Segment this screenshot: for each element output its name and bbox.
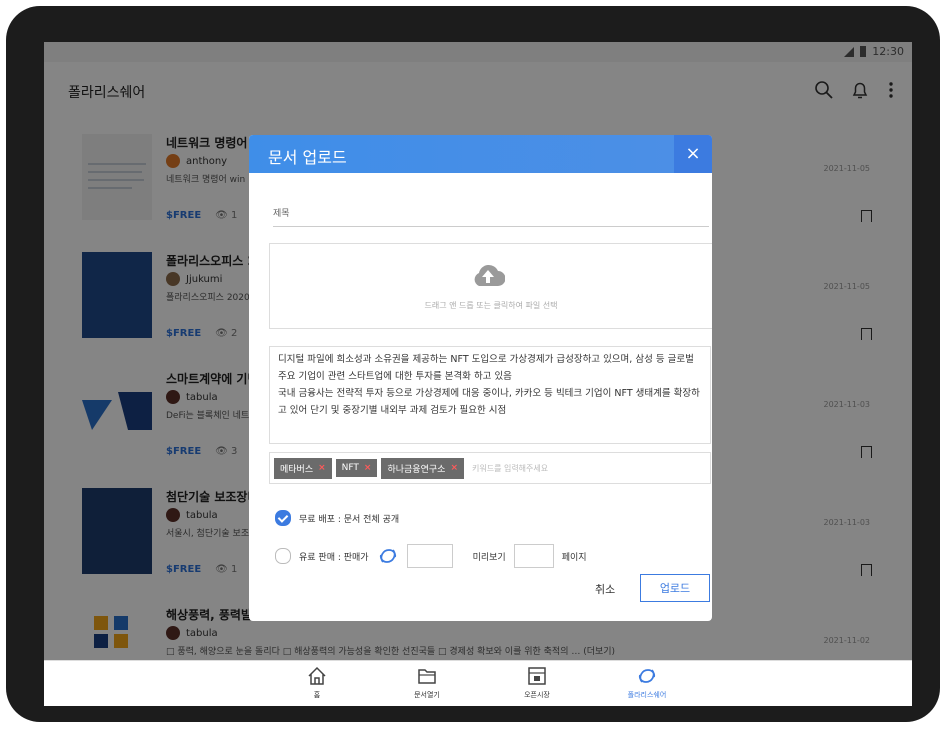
cancel-button[interactable]: 취소 — [595, 581, 615, 597]
preview-label: 미리보기 — [472, 552, 506, 563]
description-text: 디지털 파일에 희소성과 소유권을 제공하는 NFT 도입으로 가상경제가 급성… — [278, 354, 700, 416]
tag-remove-icon[interactable]: × — [318, 463, 326, 473]
nav-polaris-share[interactable]: 폴라리스쉐어 — [612, 665, 682, 700]
tag-chip: 메타버스 × — [274, 457, 332, 479]
tablet-frame: 12:30 폴라리스쉐어 네트워크 명령어 anthony 네트워크 명령어 w… — [6, 6, 940, 722]
tag-chip: 하나금융연구소 × — [381, 457, 464, 479]
tag-remove-icon[interactable]: × — [450, 463, 458, 473]
title-input[interactable]: 제목 — [273, 206, 709, 227]
bottom-nav: 홈 문서열기 오픈시장 폴라리스쉐어 — [44, 660, 912, 706]
tag-label: 하나금융연구소 — [387, 464, 446, 475]
preview-pages-input[interactable] — [513, 544, 554, 568]
nav-open-document[interactable]: 문서열기 — [392, 665, 462, 700]
paid-option-row[interactable]: 유료 판매 : 판매가 미리보기 페이지 — [275, 544, 587, 568]
folder-icon — [418, 669, 436, 684]
nav-open-document-label: 문서열기 — [414, 691, 440, 699]
tag-remove-icon[interactable]: × — [364, 463, 372, 473]
file-dropzone[interactable]: 드래그 앤 드롭 또는 클릭하여 파일 선택 — [269, 243, 712, 329]
keyword-input[interactable]: 키워드를 입력해주세요 — [472, 463, 548, 474]
close-button[interactable]: × — [674, 135, 712, 173]
nav-open-market-label: 오픈시장 — [524, 691, 550, 699]
paid-option-label: 유료 판매 : 판매가 — [299, 552, 369, 563]
dialog-header: 문서 업로드 × — [249, 135, 712, 173]
free-radio[interactable] — [275, 510, 291, 526]
tag-chip: NFT × — [335, 459, 378, 477]
polaris-share-icon — [638, 669, 656, 683]
free-option-label: 무료 배포 : 문서 전체 공개 — [299, 514, 400, 525]
polaris-coin-icon — [379, 549, 396, 563]
upload-dialog: 문서 업로드 × 제목 드래그 앤 드롭 또는 클릭하여 파일 선택 디지털 파… — [249, 135, 712, 621]
cloud-upload-icon — [474, 264, 505, 286]
tag-label: 메타버스 — [280, 464, 314, 475]
price-input[interactable] — [406, 544, 453, 568]
nav-polaris-share-label: 폴라리스쉐어 — [627, 691, 667, 699]
free-option-row[interactable]: 무료 배포 : 문서 전체 공개 — [275, 510, 399, 526]
keyword-tags: 메타버스 × NFT × 하나금융연구소 × 키워드를 입력해주세요 — [269, 452, 711, 484]
screen: 12:30 폴라리스쉐어 네트워크 명령어 anthony 네트워크 명령어 w… — [44, 42, 912, 706]
upload-button[interactable]: 업로드 — [640, 574, 710, 602]
nav-home-label: 홈 — [313, 691, 321, 699]
description-textarea[interactable]: 디지털 파일에 희소성과 소유권을 제공하는 NFT 도입으로 가상경제가 급성… — [269, 346, 711, 444]
home-icon — [308, 666, 326, 685]
pages-label: 페이지 — [561, 552, 587, 563]
page: 12:30 폴라리스쉐어 네트워크 명령어 anthony 네트워크 명령어 w… — [0, 0, 946, 729]
dialog-title: 문서 업로드 — [268, 148, 347, 167]
store-icon — [528, 667, 546, 685]
nav-open-market[interactable]: 오픈시장 — [502, 665, 572, 700]
nav-home[interactable]: 홈 — [282, 665, 352, 700]
dropzone-hint: 드래그 앤 드롭 또는 클릭하여 파일 선택 — [424, 301, 558, 310]
paid-radio[interactable] — [275, 548, 291, 564]
tag-label: NFT — [341, 463, 359, 473]
